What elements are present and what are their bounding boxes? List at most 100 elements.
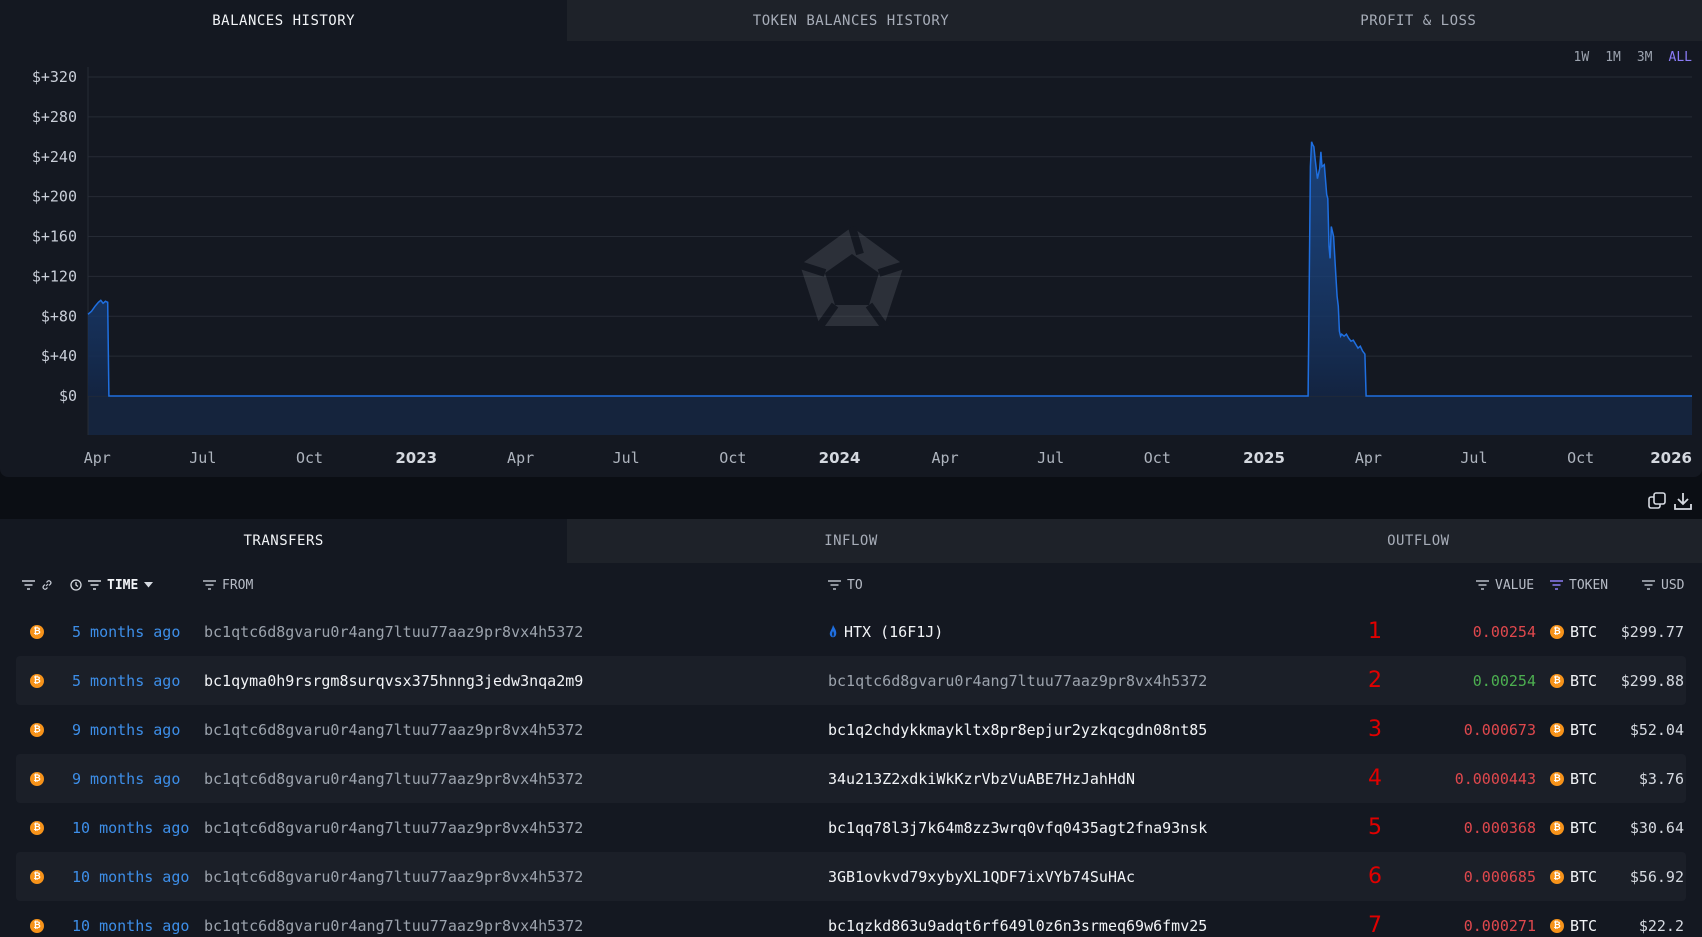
- to-address[interactable]: bc1q2chdykkmaykltx8pr8epjur2yzkqcgdn08nt…: [828, 705, 1207, 754]
- time-header-label: TIME: [107, 577, 139, 593]
- usd-cell: $299.77: [1620, 622, 1684, 641]
- sort-desc-icon: [144, 582, 154, 588]
- time-cell[interactable]: 10 months ago: [72, 852, 189, 901]
- bitcoin-icon: ₿: [1550, 722, 1564, 737]
- y-tick-label: $+320: [32, 68, 77, 86]
- usd-cell: $299.88: [1620, 671, 1684, 690]
- time-cell[interactable]: 5 months ago: [72, 607, 180, 656]
- filter-icon: [828, 580, 841, 590]
- to-address[interactable]: 34u213Z2xdkiWkKzrVbzVuABE7HzJahHdN: [828, 754, 1135, 803]
- x-tick-label: Oct: [719, 449, 746, 467]
- tab-token-balances-history[interactable]: TOKEN BALANCES HISTORY: [567, 0, 1135, 41]
- token-cell[interactable]: ₿ BTC: [1550, 607, 1597, 656]
- x-tick-label: Jul: [1460, 449, 1487, 467]
- link-icon: [42, 580, 52, 590]
- value-cell: 0.000673: [1463, 720, 1536, 739]
- bitcoin-icon: ₿: [30, 673, 44, 688]
- time-cell[interactable]: 10 months ago: [72, 901, 189, 937]
- value-cell: 0.0000443: [1454, 769, 1536, 788]
- usd-header[interactable]: USD: [1642, 563, 1684, 607]
- table-row[interactable]: ₿ 10 months ago bc1qtc6d8gvaru0r4ang7ltu…: [16, 852, 1686, 901]
- copy-icon[interactable]: [1646, 490, 1668, 512]
- tab-balances-history[interactable]: BALANCES HISTORY: [0, 0, 568, 41]
- token-cell[interactable]: ₿ BTC: [1550, 803, 1597, 852]
- tab-transfers[interactable]: TRANSFERS: [0, 519, 568, 563]
- bitcoin-icon: ₿: [30, 771, 44, 786]
- filter-link-header[interactable]: [22, 563, 53, 607]
- token-symbol: BTC: [1570, 916, 1598, 935]
- tab-outflow[interactable]: OUTFLOW: [1134, 519, 1702, 563]
- from-header[interactable]: FROM: [203, 563, 253, 607]
- bitcoin-icon: ₿: [1550, 869, 1564, 884]
- to-address[interactable]: bc1qq78l3j7k64m8zz3wrq0vfq0435agt2fna93n…: [828, 803, 1207, 852]
- table-row[interactable]: ₿ 5 months ago bc1qtc6d8gvaru0r4ang7ltuu…: [16, 607, 1686, 656]
- y-tick-label: $+160: [32, 228, 77, 246]
- filter-icon: [203, 580, 216, 590]
- token-symbol: BTC: [1570, 818, 1598, 837]
- row-number-annotation: 4: [1368, 766, 1382, 791]
- tab-profit-loss[interactable]: PROFIT & LOSS: [1134, 0, 1702, 41]
- table-row[interactable]: ₿ 10 months ago bc1qtc6d8gvaru0r4ang7ltu…: [16, 901, 1686, 937]
- table-row[interactable]: ₿ 5 months ago bc1qyma0h9rsrgm8surqvsx37…: [16, 656, 1686, 705]
- to-address[interactable]: bc1qtc6d8gvaru0r4ang7ltuu77aaz9pr8vx4h53…: [828, 656, 1207, 705]
- from-address[interactable]: bc1qyma0h9rsrgm8surqvsx375hnng3jedw3nqa2…: [204, 656, 583, 705]
- table-row[interactable]: ₿ 10 months ago bc1qtc6d8gvaru0r4ang7ltu…: [16, 803, 1686, 852]
- clock-icon: [70, 579, 82, 591]
- time-cell[interactable]: 9 months ago: [72, 705, 180, 754]
- from-address[interactable]: bc1qtc6d8gvaru0r4ang7ltuu77aaz9pr8vx4h53…: [204, 852, 583, 901]
- token-symbol: BTC: [1570, 867, 1598, 886]
- token-symbol: BTC: [1570, 720, 1598, 739]
- time-cell[interactable]: 10 months ago: [72, 803, 189, 852]
- to-header[interactable]: TO: [828, 563, 863, 607]
- to-address-label: 3GB1ovkvd79xybyXL1QDF7ixVYb74SuHAc: [828, 867, 1136, 886]
- time-cell[interactable]: 9 months ago: [72, 754, 180, 803]
- chain-icon-cell: ₿: [30, 754, 44, 803]
- row-number-annotation: 6: [1368, 864, 1382, 889]
- chain-icon-cell: ₿: [30, 852, 44, 901]
- token-cell[interactable]: ₿ BTC: [1550, 852, 1597, 901]
- arkham-logo-watermark: [798, 225, 906, 329]
- token-symbol: BTC: [1570, 622, 1598, 641]
- balances-chart-panel: BALANCES HISTORY TOKEN BALANCES HISTORY …: [0, 0, 1702, 477]
- value-header[interactable]: VALUE: [1476, 563, 1534, 607]
- from-header-label: FROM: [222, 577, 254, 593]
- from-address[interactable]: bc1qtc6d8gvaru0r4ang7ltuu77aaz9pr8vx4h53…: [204, 803, 583, 852]
- usd-cell: $30.64: [1629, 818, 1684, 837]
- to-address[interactable]: 3GB1ovkvd79xybyXL1QDF7ixVYb74SuHAc: [828, 852, 1135, 901]
- to-header-label: TO: [847, 577, 863, 593]
- row-number-annotation: 3: [1368, 717, 1382, 742]
- token-cell[interactable]: ₿ BTC: [1550, 705, 1597, 754]
- to-address[interactable]: HTX (16F1J): [828, 607, 943, 656]
- to-address-label: 34u213Z2xdkiWkKzrVbzVuABE7HzJahHdN: [828, 769, 1136, 788]
- from-address[interactable]: bc1qtc6d8gvaru0r4ang7ltuu77aaz9pr8vx4h53…: [204, 705, 583, 754]
- usd-cell: $3.76: [1638, 769, 1684, 788]
- usd-cell: $22.2: [1638, 916, 1684, 935]
- filter-icon: [22, 580, 35, 590]
- filter-icon: [1642, 580, 1655, 590]
- y-tick-label: $0: [59, 387, 77, 405]
- token-header[interactable]: TOKEN: [1550, 563, 1608, 607]
- time-header[interactable]: TIME: [70, 563, 154, 607]
- table-row[interactable]: ₿ 9 months ago bc1qtc6d8gvaru0r4ang7ltuu…: [16, 754, 1686, 803]
- token-cell[interactable]: ₿ BTC: [1550, 901, 1597, 937]
- time-cell[interactable]: 5 months ago: [72, 656, 180, 705]
- row-number-annotation: 7: [1368, 913, 1382, 937]
- to-address-label: bc1qtc6d8gvaru0r4ang7ltuu77aaz9pr8vx4h53…: [828, 671, 1208, 690]
- filter-active-icon: [1550, 580, 1563, 590]
- value-cell: 0.00254: [1472, 622, 1536, 641]
- from-address[interactable]: bc1qtc6d8gvaru0r4ang7ltuu77aaz9pr8vx4h53…: [204, 607, 583, 656]
- to-address[interactable]: bc1qzkd863u9adqt6rf649l0z6n3srmeq69w6fmv…: [828, 901, 1207, 937]
- table-row[interactable]: ₿ 9 months ago bc1qtc6d8gvaru0r4ang7ltuu…: [16, 705, 1686, 754]
- x-tick-label: Apr: [1355, 449, 1382, 467]
- table-header: TIME FROM TO VALUE TOKEN USD: [0, 563, 1702, 607]
- token-cell[interactable]: ₿ BTC: [1550, 656, 1597, 705]
- tab-inflow[interactable]: INFLOW: [567, 519, 1135, 563]
- download-icon[interactable]: [1672, 490, 1694, 512]
- chain-icon-cell: ₿: [30, 705, 44, 754]
- usd-cell: $56.92: [1629, 867, 1684, 886]
- from-address[interactable]: bc1qtc6d8gvaru0r4ang7ltuu77aaz9pr8vx4h53…: [204, 901, 583, 937]
- filter-icon: [1476, 580, 1489, 590]
- from-address[interactable]: bc1qtc6d8gvaru0r4ang7ltuu77aaz9pr8vx4h53…: [204, 754, 583, 803]
- token-cell[interactable]: ₿ BTC: [1550, 754, 1597, 803]
- chart-tabbar: BALANCES HISTORY TOKEN BALANCES HISTORY …: [0, 0, 1702, 41]
